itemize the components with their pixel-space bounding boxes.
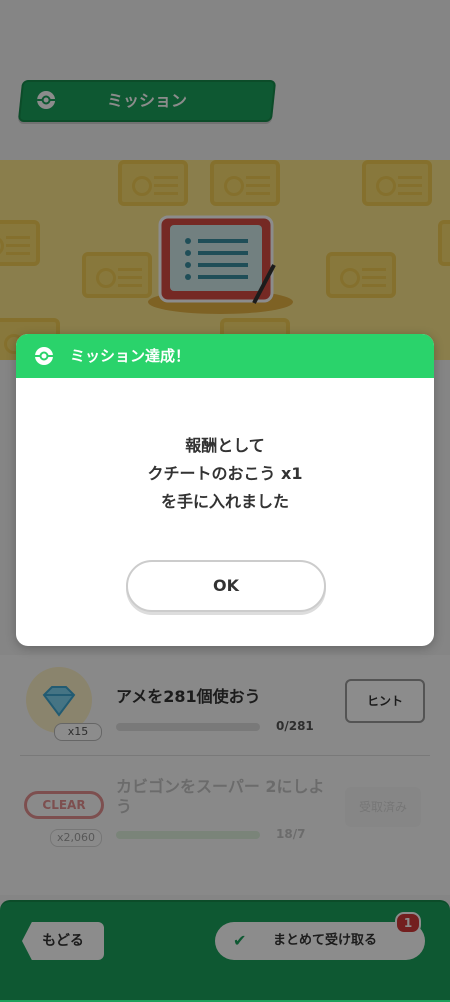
dialog-title: ミッション達成！ bbox=[70, 347, 191, 365]
dialog-message-line: を手に入れました bbox=[160, 492, 289, 511]
dialog-message-line: クチートのおこう x1 bbox=[147, 464, 303, 483]
mission-screen: ミッション x15 アメを281個使おう 0/281 ヒント CLEAR x2,… bbox=[0, 0, 450, 1002]
pokeball-icon bbox=[35, 347, 53, 365]
ok-button[interactable]: OK bbox=[126, 560, 326, 612]
dialog-message-line: 報酬として bbox=[185, 436, 265, 455]
dialog-header: ミッション達成！ bbox=[16, 334, 434, 378]
mission-complete-dialog: ミッション達成！ 報酬として クチートのおこう x1 を手に入れました OK bbox=[16, 334, 434, 646]
